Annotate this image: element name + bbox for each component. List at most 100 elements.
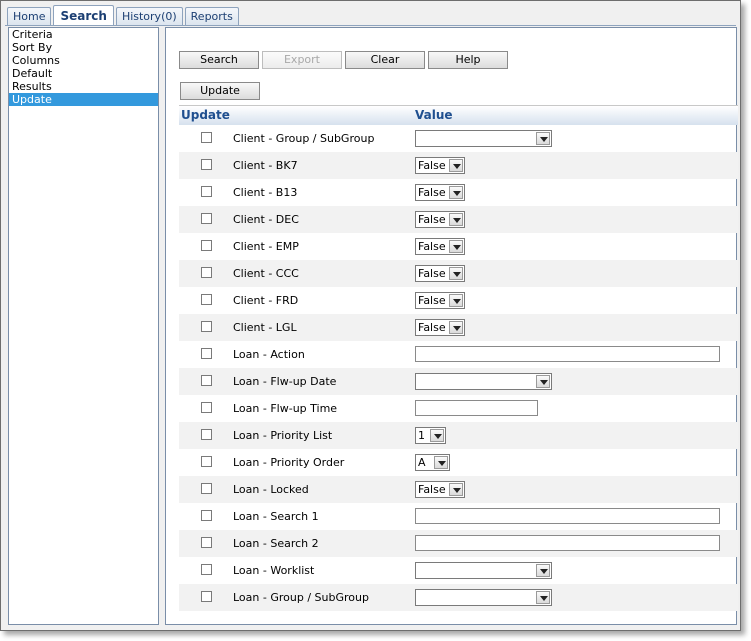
field-label: Client - Group / SubGroup	[233, 132, 375, 145]
field-label: Client - EMP	[233, 240, 299, 253]
value-select[interactable]: False	[415, 265, 465, 282]
export-button[interactable]: Export	[262, 51, 342, 69]
nav-item-default[interactable]: Default	[9, 67, 158, 80]
value-select[interactable]: False	[415, 292, 465, 309]
main-panel: Search Export Clear Help Update Update V…	[165, 27, 738, 625]
table-body: Client - Group / SubGroup Client - BK7 Fal…	[179, 125, 738, 611]
chevron-down-icon[interactable]	[449, 213, 463, 226]
update-checkbox[interactable]	[201, 240, 212, 251]
value-input[interactable]	[415, 535, 720, 551]
nav-item-update[interactable]: Update	[9, 93, 158, 106]
table-row: Loan - Action	[179, 341, 738, 368]
value-select[interactable]: False	[415, 184, 465, 201]
value-select[interactable]: A	[415, 454, 450, 471]
table-row: Client - DEC False	[179, 206, 738, 233]
select-value: False	[418, 294, 446, 307]
chevron-down-icon[interactable]	[449, 321, 463, 334]
update-checkbox[interactable]	[201, 510, 212, 521]
field-label: Client - B13	[233, 186, 298, 199]
update-checkbox[interactable]	[201, 132, 212, 143]
tab-search[interactable]: Search	[53, 5, 114, 26]
table-row: Loan - Flw-up Time	[179, 395, 738, 422]
update-checkbox[interactable]	[201, 429, 212, 440]
table-row: Loan - Search 1	[179, 503, 738, 530]
chevron-down-icon[interactable]	[434, 456, 448, 469]
update-checkbox[interactable]	[201, 321, 212, 332]
chevron-down-icon[interactable]	[449, 483, 463, 496]
header-value: Value	[415, 108, 453, 122]
chevron-down-icon[interactable]	[536, 591, 550, 604]
nav-item-results[interactable]: Results	[9, 80, 158, 93]
select-value: False	[418, 267, 446, 280]
chevron-down-icon[interactable]	[536, 375, 550, 388]
update-checkbox[interactable]	[201, 213, 212, 224]
value-input[interactable]	[415, 346, 720, 362]
select-value: False	[418, 159, 446, 172]
field-label: Loan - Flw-up Date	[233, 375, 337, 388]
update-table: Update Value Client - Group / SubGroup Cl…	[179, 105, 738, 611]
chevron-down-icon[interactable]	[449, 294, 463, 307]
value-select[interactable]: False	[415, 211, 465, 228]
chevron-down-icon[interactable]	[449, 159, 463, 172]
value-select[interactable]: False	[415, 238, 465, 255]
update-button[interactable]: Update	[180, 82, 260, 100]
field-label: Client - CCC	[233, 267, 299, 280]
value-select[interactable]: False	[415, 481, 465, 498]
value-select[interactable]	[415, 130, 552, 147]
table-row: Loan - Flw-up Date	[179, 368, 738, 395]
value-select[interactable]	[415, 562, 552, 579]
value-input[interactable]	[415, 400, 538, 416]
table-row: Client - LGL False	[179, 314, 738, 341]
field-label: Loan - Flw-up Time	[233, 402, 338, 415]
table-row: Client - Group / SubGroup	[179, 125, 738, 152]
field-label: Client - FRD	[233, 294, 299, 307]
update-checkbox[interactable]	[201, 537, 212, 548]
value-select[interactable]	[415, 373, 552, 390]
chevron-down-icon[interactable]	[449, 186, 463, 199]
tab-home[interactable]: Home	[7, 7, 52, 26]
nav-item-criteria[interactable]: Criteria	[9, 28, 158, 41]
table-row: Loan - Worklist	[179, 557, 738, 584]
nav-item-columns[interactable]: Columns	[9, 54, 158, 67]
tab-reports[interactable]: Reports	[184, 7, 239, 26]
value-select[interactable]: 1	[415, 427, 446, 444]
chevron-down-icon[interactable]	[536, 564, 550, 577]
update-checkbox[interactable]	[201, 564, 212, 575]
field-label: Loan - Search 1	[233, 510, 319, 523]
clear-button[interactable]: Clear	[345, 51, 425, 69]
table-row: Client - FRD False	[179, 287, 738, 314]
value-input[interactable]	[415, 508, 720, 524]
table-row: Loan - Search 2	[179, 530, 738, 557]
nav-item-sort-by[interactable]: Sort By	[9, 41, 158, 54]
chevron-down-icon[interactable]	[449, 267, 463, 280]
search-button[interactable]: Search	[179, 51, 259, 69]
field-label: Loan - Search 2	[233, 537, 319, 550]
select-value: 1	[418, 429, 425, 442]
update-checkbox[interactable]	[201, 348, 212, 359]
update-checkbox[interactable]	[201, 375, 212, 386]
table-row: Client - CCC False	[179, 260, 738, 287]
update-checkbox[interactable]	[201, 483, 212, 494]
help-button[interactable]: Help	[428, 51, 508, 69]
field-label: Loan - Worklist	[233, 564, 315, 577]
update-checkbox[interactable]	[201, 294, 212, 305]
update-checkbox[interactable]	[201, 456, 212, 467]
field-label: Client - DEC	[233, 213, 299, 226]
tab-history[interactable]: History(0)	[115, 7, 183, 26]
update-checkbox[interactable]	[201, 186, 212, 197]
tab-bar: Home Search History(0) Reports	[7, 5, 241, 26]
chevron-down-icon[interactable]	[449, 240, 463, 253]
value-select[interactable]	[415, 589, 552, 606]
update-checkbox[interactable]	[201, 159, 212, 170]
update-checkbox[interactable]	[201, 402, 212, 413]
left-nav: Criteria Sort By Columns Default Results…	[8, 27, 159, 625]
update-checkbox[interactable]	[201, 267, 212, 278]
select-value: False	[418, 321, 446, 334]
chevron-down-icon[interactable]	[536, 132, 550, 145]
table-row: Loan - Priority List 1	[179, 422, 738, 449]
chevron-down-icon[interactable]	[430, 429, 444, 442]
value-select[interactable]: False	[415, 319, 465, 336]
value-select[interactable]: False	[415, 157, 465, 174]
table-row: Client - B13 False	[179, 179, 738, 206]
update-checkbox[interactable]	[201, 591, 212, 602]
